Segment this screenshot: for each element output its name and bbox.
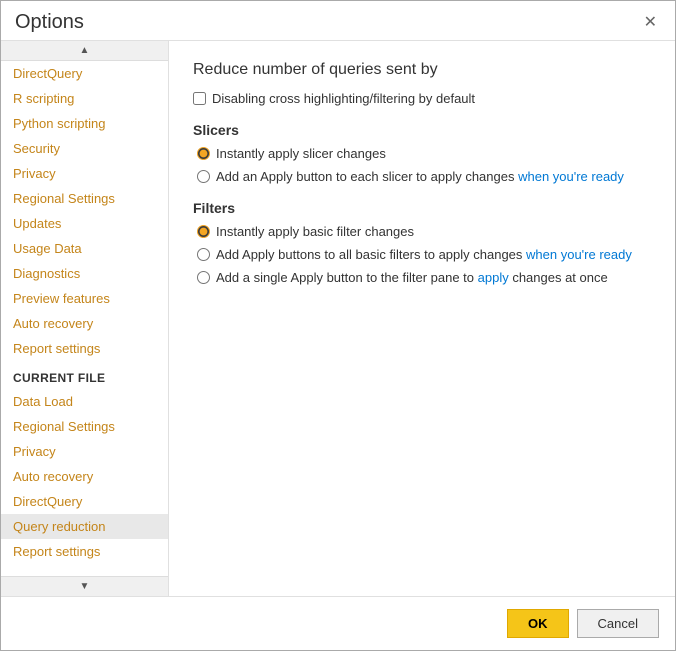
- filter-apply-all-label: Add Apply buttons to all basic filters t…: [216, 247, 632, 262]
- highlight-when-ready-1: when you're ready: [518, 169, 624, 184]
- filter-instant-label: Instantly apply basic filter changes: [216, 224, 414, 239]
- slicers-heading: Slicers: [193, 122, 651, 138]
- sidebar-item-diagnostics[interactable]: Diagnostics: [1, 261, 168, 286]
- sidebar-item-report-settings-cf[interactable]: Report settings: [1, 539, 168, 564]
- sidebar-item-regional-settings-cf[interactable]: Regional Settings: [1, 414, 168, 439]
- sidebar-item-python-scripting[interactable]: Python scripting: [1, 111, 168, 136]
- filter-instant-row: Instantly apply basic filter changes: [197, 224, 651, 239]
- sidebar-item-usage-data[interactable]: Usage Data: [1, 236, 168, 261]
- close-button[interactable]: ✕: [640, 13, 661, 33]
- sidebar-item-report-settings[interactable]: Report settings: [1, 336, 168, 361]
- highlight-apply: apply: [478, 270, 509, 285]
- filter-apply-all-radio[interactable]: [197, 248, 210, 261]
- title-bar: Options ✕: [1, 1, 675, 40]
- sidebar-item-preview-features[interactable]: Preview features: [1, 286, 168, 311]
- scroll-down-arrow[interactable]: ▼: [1, 576, 168, 596]
- sidebar: ▲ DirectQuery R scripting Python scripti…: [1, 41, 169, 596]
- sidebar-item-regional-settings[interactable]: Regional Settings: [1, 186, 168, 211]
- filters-heading: Filters: [193, 200, 651, 216]
- slicer-apply-button-row: Add an Apply button to each slicer to ap…: [197, 169, 651, 184]
- filter-single-apply-label: Add a single Apply button to the filter …: [216, 270, 608, 285]
- filter-single-apply-radio[interactable]: [197, 271, 210, 284]
- slicer-instant-row: Instantly apply slicer changes: [197, 146, 651, 161]
- dialog-title: Options: [15, 11, 84, 34]
- sidebar-item-privacy[interactable]: Privacy: [1, 161, 168, 186]
- filter-single-apply-row: Add a single Apply button to the filter …: [197, 270, 651, 285]
- main-content: Reduce number of queries sent by Disabli…: [169, 41, 675, 596]
- scroll-up-arrow[interactable]: ▲: [1, 41, 168, 61]
- sidebar-item-directquery-cf[interactable]: DirectQuery: [1, 489, 168, 514]
- sidebar-item-security[interactable]: Security: [1, 136, 168, 161]
- sidebar-item-updates[interactable]: Updates: [1, 211, 168, 236]
- slicers-radio-group: Instantly apply slicer changes Add an Ap…: [197, 146, 651, 184]
- slicer-apply-button-label: Add an Apply button to each slicer to ap…: [216, 169, 624, 184]
- sidebar-item-query-reduction[interactable]: Query reduction: [1, 514, 168, 539]
- sidebar-item-auto-recovery[interactable]: Auto recovery: [1, 311, 168, 336]
- sidebar-item-data-load[interactable]: Data Load: [1, 389, 168, 414]
- content-heading: Reduce number of queries sent by: [193, 61, 651, 79]
- cancel-button[interactable]: Cancel: [577, 609, 659, 638]
- current-file-label: CURRENT FILE: [1, 361, 168, 389]
- slicer-apply-button-radio[interactable]: [197, 170, 210, 183]
- sidebar-item-auto-recovery-cf[interactable]: Auto recovery: [1, 464, 168, 489]
- cross-highlight-label: Disabling cross highlighting/filtering b…: [212, 91, 475, 106]
- ok-button[interactable]: OK: [507, 609, 569, 638]
- filter-apply-all-row: Add Apply buttons to all basic filters t…: [197, 247, 651, 262]
- sidebar-item-privacy-cf[interactable]: Privacy: [1, 439, 168, 464]
- options-dialog: Options ✕ ▲ DirectQuery R scripting Pyth…: [0, 0, 676, 651]
- highlight-when-ready-2: when you're ready: [526, 247, 632, 262]
- sidebar-scroll[interactable]: DirectQuery R scripting Python scripting…: [1, 61, 168, 576]
- sidebar-item-r-scripting[interactable]: R scripting: [1, 86, 168, 111]
- sidebar-item-directquery[interactable]: DirectQuery: [1, 61, 168, 86]
- cross-highlight-checkbox[interactable]: [193, 92, 206, 105]
- dialog-body: ▲ DirectQuery R scripting Python scripti…: [1, 40, 675, 596]
- dialog-footer: OK Cancel: [1, 596, 675, 650]
- cross-highlighting-row: Disabling cross highlighting/filtering b…: [193, 91, 651, 106]
- filter-instant-radio[interactable]: [197, 225, 210, 238]
- slicer-instant-label: Instantly apply slicer changes: [216, 146, 386, 161]
- slicer-instant-radio[interactable]: [197, 147, 210, 160]
- filters-radio-group: Instantly apply basic filter changes Add…: [197, 224, 651, 285]
